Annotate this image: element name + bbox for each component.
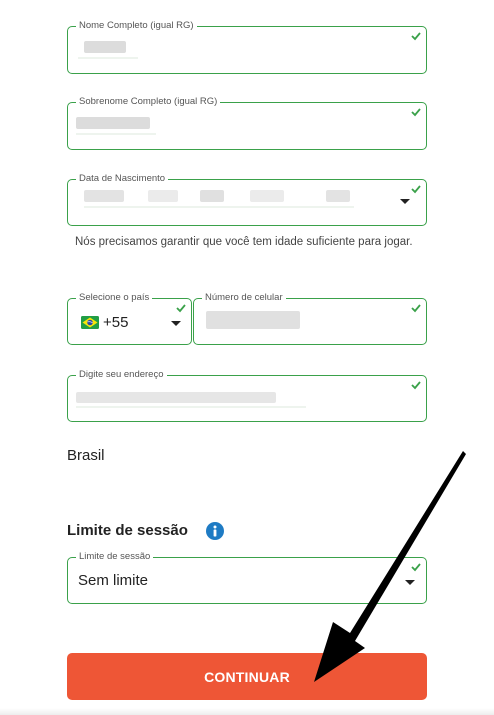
birth-date-value-redacted [84, 190, 124, 202]
address-value-redacted [76, 392, 276, 403]
check-icon [411, 32, 421, 41]
last-name-value-redacted [76, 117, 150, 129]
address-field[interactable]: Digite seu endereço [67, 369, 427, 422]
country-name: Brasil [67, 447, 105, 464]
phone-value-redacted [206, 311, 300, 329]
bottom-shadow [0, 708, 494, 715]
full-name-field[interactable]: Nome Completo (igual RG) [67, 20, 427, 74]
chevron-down-icon[interactable] [405, 580, 415, 585]
continue-button[interactable]: CONTINUAR [67, 653, 427, 700]
session-limit-heading: Limite de sessão [67, 522, 188, 539]
check-icon [411, 185, 421, 194]
country-code-label: Selecione o país [76, 292, 153, 304]
phone-field[interactable]: Número de celular [193, 292, 427, 345]
info-icon[interactable] [206, 522, 224, 540]
dial-code-value: +55 [103, 314, 129, 331]
country-code-select[interactable]: Selecione o país +55 [67, 292, 192, 345]
session-limit-select[interactable]: Limite de sessão Sem limite [67, 551, 427, 604]
full-name-label: Nome Completo (igual RG) [76, 20, 197, 32]
session-limit-label: Limite de sessão [76, 551, 154, 563]
birth-date-label: Data de Nascimento [76, 173, 169, 185]
phone-label: Número de celular [202, 292, 286, 304]
chevron-down-icon[interactable] [400, 199, 410, 204]
address-label: Digite seu endereço [76, 369, 167, 381]
check-icon [411, 304, 421, 313]
brazil-flag-icon [81, 316, 99, 329]
age-notice-text: Nós precisamos garantir que você tem ida… [75, 236, 413, 248]
last-name-label: Sobrenome Completo (igual RG) [76, 96, 221, 108]
session-limit-value: Sem limite [78, 572, 149, 589]
check-icon [411, 108, 421, 117]
check-icon [176, 304, 186, 313]
check-icon [411, 381, 421, 390]
last-name-field[interactable]: Sobrenome Completo (igual RG) [67, 96, 427, 150]
birth-date-select[interactable]: Data de Nascimento [67, 173, 427, 226]
chevron-down-icon[interactable] [171, 321, 181, 326]
full-name-value-redacted [84, 41, 126, 53]
check-icon [411, 563, 421, 572]
